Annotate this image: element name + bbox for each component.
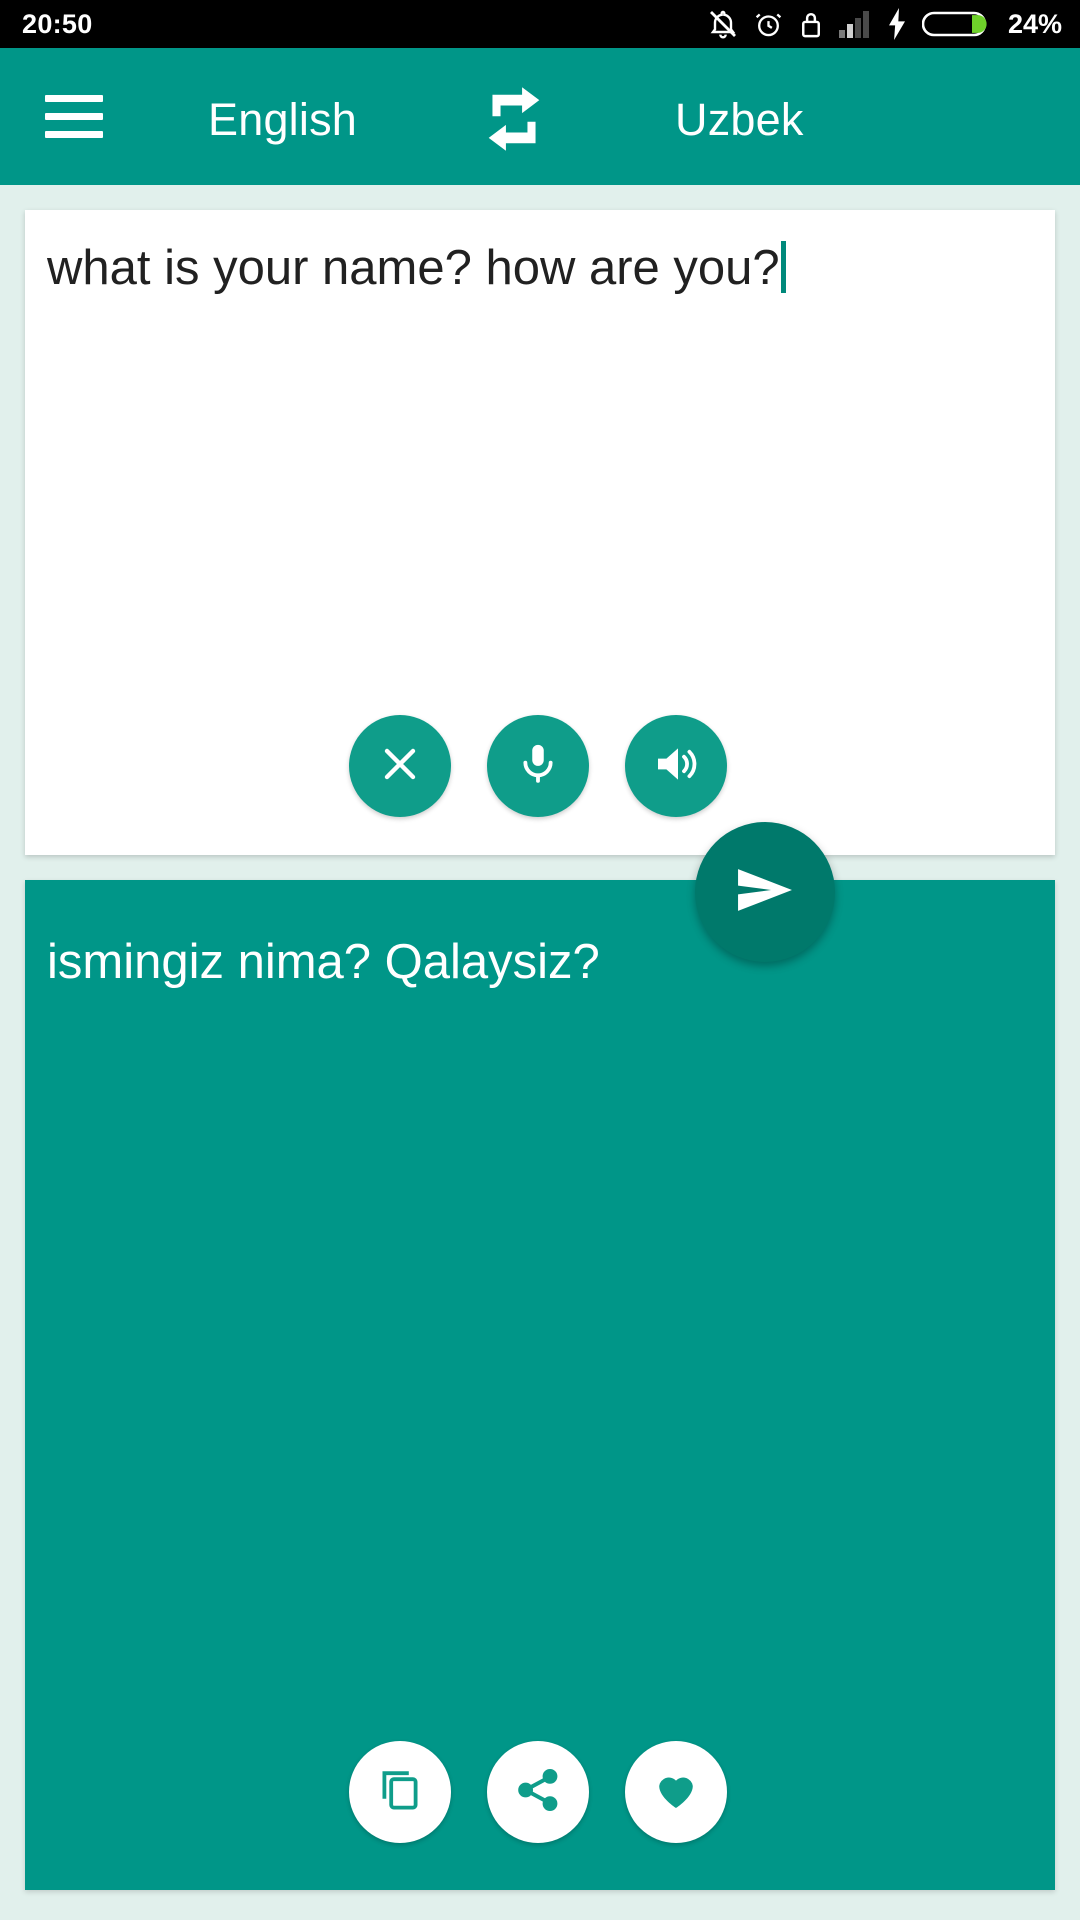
clear-button[interactable] <box>349 715 451 817</box>
notifications-off-icon <box>707 8 739 40</box>
target-text-panel: ismingiz nima? Qalaysiz? <box>25 880 1055 1890</box>
source-language-selector[interactable]: English <box>208 94 357 146</box>
speak-source-button[interactable] <box>625 715 727 817</box>
target-language-selector[interactable]: Uzbek <box>675 94 804 146</box>
battery-percent-label: 24% <box>1007 8 1062 39</box>
alarm-icon <box>753 9 784 40</box>
source-text-panel: what is your name? how are you? <box>25 210 1055 855</box>
lock-icon <box>798 9 824 40</box>
favorite-button[interactable] <box>625 1741 727 1843</box>
voice-input-button[interactable] <box>487 715 589 817</box>
source-text-input[interactable]: what is your name? how are you? <box>47 238 1025 299</box>
source-actions <box>25 715 1055 817</box>
microphone-icon <box>515 741 561 792</box>
target-actions <box>25 1741 1055 1843</box>
status-bar: 20:50 24% <box>0 0 1080 48</box>
status-bar-icons: 24% <box>707 8 1062 40</box>
text-cursor <box>780 241 786 293</box>
share-icon <box>514 1766 562 1819</box>
copy-button[interactable] <box>349 1741 451 1843</box>
hamburger-menu-icon[interactable] <box>45 95 135 138</box>
translate-button[interactable] <box>695 822 835 962</box>
speaker-icon <box>652 740 700 793</box>
heart-icon <box>652 1766 700 1819</box>
translated-text: ismingiz nima? Qalaysiz? <box>47 935 600 989</box>
battery-icon <box>921 9 990 39</box>
share-button[interactable] <box>487 1741 589 1843</box>
signal-bars-icon <box>838 9 872 39</box>
source-text-value: what is your name? how are you? <box>47 241 780 295</box>
status-bar-clock: 20:50 <box>22 8 93 39</box>
app-screen: 20:50 24% English Uzbek what is your nam… <box>0 0 1080 1920</box>
close-icon <box>376 740 424 793</box>
charging-bolt-icon <box>886 8 908 40</box>
copy-icon <box>376 1766 424 1819</box>
send-icon <box>732 857 798 928</box>
swap-languages-icon[interactable] <box>479 84 549 154</box>
